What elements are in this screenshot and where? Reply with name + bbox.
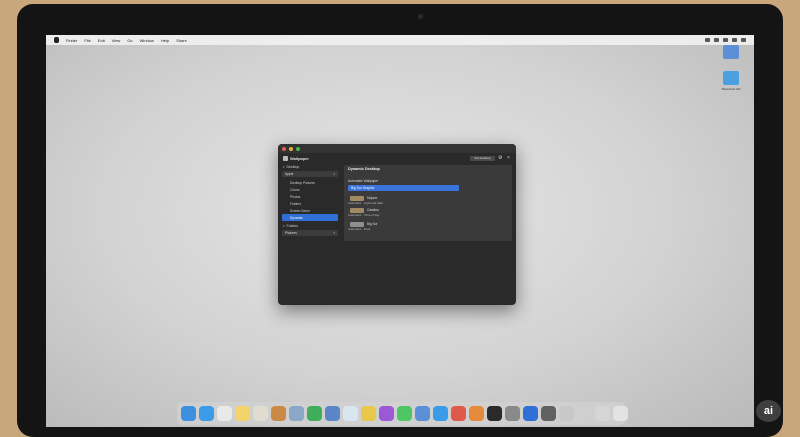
finder-icon[interactable] <box>181 406 196 421</box>
sidebar-section-label: Folders <box>286 224 299 228</box>
sidebar-source-value: Apple <box>285 172 294 176</box>
menu-bar: Finder File Edit View Go Window Help Sha… <box>46 35 754 45</box>
search-icon[interactable] <box>732 38 737 42</box>
keynote-icon[interactable] <box>325 406 340 421</box>
folder-icon[interactable] <box>289 406 304 421</box>
photo-booth-icon[interactable] <box>451 406 466 421</box>
sidebar-section-label: Desktop <box>286 165 300 169</box>
menu-item-window[interactable]: Window <box>140 38 154 43</box>
downloads-icon[interactable] <box>595 406 610 421</box>
wifi-icon[interactable] <box>705 38 710 42</box>
numbers-icon[interactable] <box>307 406 322 421</box>
podcasts-icon[interactable] <box>379 406 394 421</box>
camera-icon <box>418 14 423 19</box>
folder-icon <box>723 71 739 85</box>
window-titlebar[interactable] <box>278 144 516 153</box>
photos-icon[interactable] <box>271 406 286 421</box>
zoom-icon[interactable] <box>296 146 300 151</box>
messages-icon[interactable] <box>397 406 412 421</box>
minimize-icon[interactable] <box>289 146 293 151</box>
camera-icon[interactable] <box>469 406 484 421</box>
close-icon[interactable]: × <box>507 156 512 161</box>
sidebar-item-colors[interactable]: Colors <box>282 186 338 193</box>
sidebar-item-label: Folders <box>290 201 301 206</box>
wallpaper-option-label: Catalina <box>367 208 379 212</box>
menu-item-edit[interactable]: Edit <box>98 38 105 43</box>
chevron-down-icon: ▾ <box>283 165 285 169</box>
wallpaper-option-mojave[interactable]: Mojave Automatic · Light and dark <box>348 195 510 205</box>
gear-icon[interactable]: ⚙ <box>498 156 503 161</box>
wallpaper-option-caption: Automatic · Dark <box>348 227 371 231</box>
sidebar-section-folders[interactable]: ▾ Folders <box>280 223 340 229</box>
wallpaper-option-label: Mojave <box>367 196 378 200</box>
sidebar-folder-value: Pictures <box>285 231 297 235</box>
chevron-down-icon: ▾ <box>333 172 335 176</box>
sidebar-toggle-icon[interactable] <box>283 156 288 161</box>
dock <box>177 402 628 425</box>
set-desktop-button[interactable]: Set Desktop <box>470 156 495 161</box>
menu-item-finder[interactable]: Finder <box>66 38 77 43</box>
documents-icon[interactable] <box>253 406 268 421</box>
control-center-icon[interactable] <box>723 38 728 42</box>
menu-item-file[interactable]: File <box>84 38 90 43</box>
desktop-screen: Finder File Edit View Go Window Help Sha… <box>46 35 754 427</box>
desktop-file[interactable] <box>714 45 748 61</box>
sidebar-item-label: Photos <box>290 194 301 199</box>
wallpaper-option-catalina[interactable]: Catalina Automatic · Time of day <box>348 207 510 217</box>
folder-icon[interactable] <box>577 406 592 421</box>
trash-icon[interactable] <box>613 406 628 421</box>
apple-icon[interactable] <box>54 37 59 43</box>
file-icon <box>723 45 739 59</box>
lock-icon[interactable] <box>541 406 556 421</box>
safari-icon[interactable] <box>199 406 214 421</box>
notes-icon[interactable] <box>235 406 250 421</box>
desktop-drive-label: Macintosh HD <box>721 87 741 91</box>
app-store-icon[interactable] <box>433 406 448 421</box>
maps-icon[interactable] <box>343 406 358 421</box>
tools-icon[interactable] <box>559 406 574 421</box>
sidebar-folder-select[interactable]: Pictures ▾ <box>282 230 338 236</box>
clock-icon[interactable] <box>741 38 746 42</box>
sidebar-item-folders[interactable]: Folders <box>282 200 338 207</box>
wallpaper-option-big-sur[interactable]: Big Sur Automatic · Dark <box>348 221 510 231</box>
chrome-icon[interactable] <box>217 406 232 421</box>
wallpaper-window: Wallpaper Set Desktop ⚙ × ▾ Desktop Appl… <box>278 144 516 305</box>
panel-title: Dynamic Desktop <box>348 167 380 171</box>
chevron-down-icon: ▾ <box>333 231 335 235</box>
launchpad-icon[interactable] <box>487 406 502 421</box>
menu-item-help[interactable]: Help <box>161 38 169 43</box>
wallpaper-option-caption: Automatic · Light and dark <box>348 201 384 205</box>
wallpaper-option-caption: Automatic · Time of day <box>348 213 380 217</box>
ai-badge: ai <box>756 400 781 422</box>
sidebar: ▾ Desktop Apple ▾ Desktop Pictures Color… <box>280 164 340 305</box>
chevron-down-icon: ▾ <box>283 224 285 228</box>
panel-subtitle: Automatic Wallpaper <box>348 179 379 183</box>
sidebar-item-label: Colors <box>290 187 300 192</box>
battery-icon[interactable] <box>714 38 719 42</box>
close-icon[interactable] <box>282 146 286 151</box>
sidebar-item-photos[interactable]: Photos <box>282 193 338 200</box>
sidebar-item-label: Desktop Pictures <box>290 180 315 185</box>
status-area <box>705 38 746 42</box>
sidebar-item-screen-saver[interactable]: Screen Saver <box>282 207 338 214</box>
menu-item-view[interactable]: View <box>112 38 121 43</box>
desktop-drive[interactable]: Macintosh HD <box>714 71 748 91</box>
main-panel: Dynamic Desktop Automatic Wallpaper Big … <box>344 165 512 241</box>
sidebar-item-desktop-pictures[interactable]: Desktop Pictures <box>282 179 338 186</box>
sidebar-source-select[interactable]: Apple ▾ <box>282 171 338 177</box>
system-icon[interactable] <box>415 406 430 421</box>
wallpaper-option-label: Big Sur <box>367 222 378 226</box>
menu-item-share[interactable]: Share <box>176 38 187 43</box>
menu-item-go[interactable]: Go <box>127 38 132 43</box>
settings-icon[interactable] <box>505 406 520 421</box>
globe-icon[interactable] <box>523 406 538 421</box>
wallpaper-option-selected[interactable]: Big Sur Graphic <box>348 185 459 191</box>
sidebar-item-label: Dynamic <box>290 215 303 220</box>
stickies-icon[interactable] <box>361 406 376 421</box>
sidebar-item-dynamic[interactable]: Dynamic <box>282 214 338 221</box>
sidebar-section-desktop[interactable]: ▾ Desktop <box>280 164 340 170</box>
window-toolbar: Wallpaper Set Desktop ⚙ × <box>278 153 516 164</box>
window-title: Wallpaper <box>290 156 309 161</box>
sidebar-item-label: Screen Saver <box>290 208 310 213</box>
